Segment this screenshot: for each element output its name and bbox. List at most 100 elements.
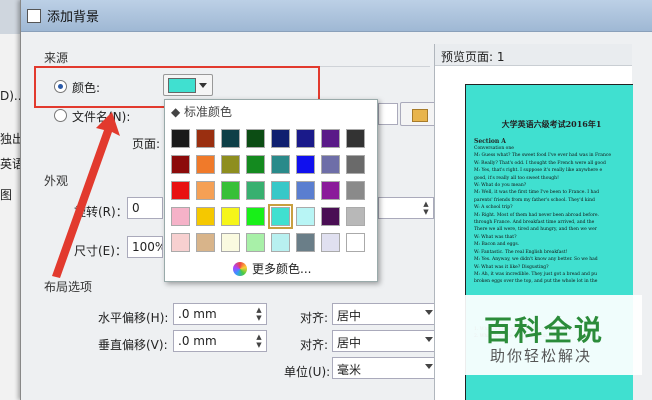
v-offset-value: .0 mm: [178, 334, 217, 348]
color-swatch[interactable]: [346, 155, 365, 174]
page-label: 页面:: [132, 137, 161, 151]
preview-line: W: What was that?: [474, 234, 517, 240]
color-swatch[interactable]: [171, 155, 190, 174]
preview-line: W: A school trip?: [474, 205, 513, 211]
preview-line: W: Really? That's odd. I thought the Fre…: [474, 160, 606, 166]
unit-select[interactable]: 毫米: [332, 357, 438, 379]
color-swatch[interactable]: [196, 129, 215, 148]
color-swatch[interactable]: [268, 204, 293, 229]
watermark-subtitle: 助你轻松解决: [490, 347, 593, 365]
preview-line: parents' friends from my father's school…: [474, 197, 595, 203]
preview-line: M: Yes. Anyway, we didn't know any bette…: [474, 257, 598, 263]
rotate-input[interactable]: 0: [127, 197, 163, 219]
preview-line: W: Fantastic. The real English breakfast…: [474, 249, 568, 255]
appearance-group-label: 外观: [44, 174, 69, 188]
color-swatch[interactable]: [221, 207, 240, 226]
spinner-icon[interactable]: ▲ ▼: [420, 199, 432, 217]
rotate-extra-input[interactable]: ▲ ▼: [378, 197, 434, 219]
preview-lines: Conversation one M: Guess what? The sweet…: [474, 145, 629, 286]
color-swatch[interactable]: [171, 207, 190, 226]
h-offset-input[interactable]: .0 mm ▲ ▼: [173, 303, 267, 325]
preview-line: through France. And breakfast time arriv…: [474, 220, 595, 226]
color-swatch[interactable]: [196, 181, 215, 200]
color-swatch[interactable]: [321, 207, 340, 226]
preview-line: M: Ah, it was incredible. They just got …: [474, 271, 598, 277]
color-swatch[interactable]: [271, 233, 290, 252]
color-swatch[interactable]: [296, 155, 315, 174]
folder-browse-button[interactable]: [400, 102, 436, 126]
unit-value: 毫米: [337, 363, 362, 377]
color-swatch[interactable]: [296, 129, 315, 148]
color-swatch[interactable]: [246, 233, 265, 252]
color-popup: ◆ 标准颜色 更多颜色...: [164, 99, 378, 282]
size-input[interactable]: 100%: [127, 236, 163, 258]
color-swatch[interactable]: [346, 233, 365, 252]
color-swatch[interactable]: [321, 181, 340, 200]
color-swatch[interactable]: [196, 233, 215, 252]
color-swatch[interactable]: [346, 129, 365, 148]
dialog-titlebar: 添加背景: [21, 0, 652, 32]
color-swatch[interactable]: [246, 155, 265, 174]
preview-line: M: Yes, that's right. I suppose it's rea…: [474, 168, 603, 174]
color-swatch[interactable]: [321, 233, 340, 252]
color-swatch[interactable]: [321, 155, 340, 174]
color-swatch[interactable]: [171, 181, 190, 200]
more-colors-button[interactable]: 更多颜色...: [233, 260, 311, 277]
more-colors-label: 更多颜色...: [252, 262, 312, 276]
file-radio[interactable]: [54, 109, 67, 122]
color-swatch[interactable]: [196, 155, 215, 174]
h-offset-value: .0 mm: [178, 307, 217, 321]
v-offset-input[interactable]: .0 mm ▲ ▼: [173, 330, 267, 352]
color-swatch[interactable]: [246, 181, 265, 200]
preview-page-title: 大学英语六级考试2016年1: [501, 119, 602, 129]
color-swatch[interactable]: [221, 129, 240, 148]
preview-line: W: What do you mean?: [474, 183, 527, 189]
preview-line: Conversation one: [474, 146, 514, 151]
file-label: 文件名(N):: [72, 110, 131, 124]
preview-line: W: What was it like? Disgusting?: [474, 264, 549, 270]
spinner-icon[interactable]: ▲ ▼: [253, 332, 265, 350]
color-swatch[interactable]: [321, 129, 340, 148]
preview-section: Section A: [474, 138, 506, 145]
preview-line: M: Bacon and eggs.: [474, 242, 520, 248]
spinner-icon[interactable]: ▲ ▼: [253, 305, 265, 323]
color-swatch[interactable]: [271, 181, 290, 200]
palette-icon: [233, 261, 247, 276]
align-v-label: 对齐:: [300, 338, 329, 352]
color-swatch[interactable]: [346, 181, 365, 200]
align-v-select[interactable]: 居中: [332, 330, 438, 352]
align-h-label: 对齐:: [300, 311, 329, 325]
preview-line: There we all were, tired and hungry, and…: [474, 227, 597, 233]
color-swatch[interactable]: [296, 207, 315, 226]
color-swatch[interactable]: [346, 207, 365, 226]
color-swatch[interactable]: [221, 181, 240, 200]
color-swatch[interactable]: [246, 129, 265, 148]
preview-line: M: Guess what? The sweet food I've ever …: [474, 153, 612, 159]
size-label: 尺寸(E)：: [74, 244, 127, 258]
preview-header: 预览页面: 1: [435, 44, 632, 66]
rotate-label: 旋转(R)：: [74, 205, 128, 219]
watermark: 百科全说 助你轻松解决: [462, 295, 642, 375]
bg-label: 图: [0, 188, 13, 202]
align-h-select[interactable]: 居中: [332, 303, 438, 325]
color-swatch[interactable]: [196, 207, 215, 226]
color-swatch[interactable]: [221, 155, 240, 174]
chevron-down-icon: [425, 364, 433, 369]
file-path-input[interactable]: [378, 103, 398, 125]
background-left-panel: D)... 独出 英语 图: [0, 34, 25, 400]
color-swatch[interactable]: [296, 233, 315, 252]
h-offset-label: 水平偏移(H):: [98, 311, 169, 325]
color-swatch[interactable]: [246, 207, 265, 226]
color-swatch[interactable]: [296, 181, 315, 200]
window-icon: [27, 8, 41, 23]
standard-colors-header: ◆ 标准颜色: [171, 105, 233, 119]
color-swatch[interactable]: [271, 155, 290, 174]
dialog-title: 添加背景: [47, 10, 100, 25]
color-swatch[interactable]: [171, 233, 190, 252]
align-v-value: 居中: [337, 336, 362, 350]
color-swatch[interactable]: [271, 129, 290, 148]
preview-line: M: Right. Most of them had never been ab…: [474, 212, 599, 218]
color-swatch[interactable]: [221, 233, 240, 252]
layout-group-label: 布局选项: [44, 280, 93, 294]
color-swatch[interactable]: [171, 129, 190, 148]
